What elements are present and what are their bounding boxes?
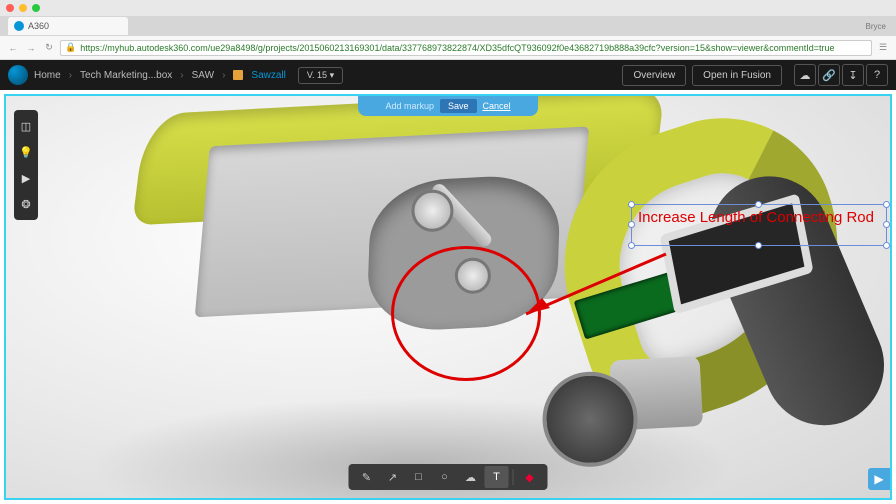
chevron-right-icon: ›	[222, 70, 225, 81]
markup-save-button[interactable]: Save	[440, 99, 477, 113]
resize-handle-n[interactable]	[755, 201, 762, 208]
breadcrumb-level1[interactable]: Tech Marketing...box	[80, 70, 172, 81]
color-picker[interactable]: ◆	[518, 466, 542, 488]
tab-title: A360	[28, 21, 49, 31]
markup-text-content: Increase Length of Connecting Rod	[638, 209, 874, 226]
markup-toolbar: ✎ ↗ □ ○ ☁ T ◆	[349, 464, 548, 490]
play-button[interactable]: ▶	[14, 166, 38, 190]
cloud-tool[interactable]: ☁	[459, 466, 483, 488]
browser-user-label[interactable]: Bryce	[866, 22, 886, 31]
resize-handle-ne[interactable]	[883, 201, 890, 208]
lighting-button[interactable]: 💡	[14, 140, 38, 164]
forward-button[interactable]: →	[24, 43, 38, 53]
resize-handle-e[interactable]	[883, 221, 890, 228]
add-markup-label: Add markup	[385, 101, 434, 111]
model-tree-button[interactable]: ◫	[14, 114, 38, 138]
mac-minimize-button[interactable]	[19, 4, 27, 12]
url-text: https://myhub.autodesk360.com/ue29a8498/…	[80, 43, 834, 53]
version-dropdown[interactable]: V. 15 ▾	[298, 67, 343, 84]
share-icon[interactable]: 🔗	[818, 64, 840, 86]
markup-text-box[interactable]: Increase Length of Connecting Rod	[631, 204, 887, 246]
breadcrumb-level2[interactable]: SAW	[192, 70, 214, 81]
a360-logo[interactable]	[8, 65, 28, 85]
breadcrumb-home[interactable]: Home	[34, 70, 61, 81]
browser-toolbar: ← → ↻ 🔒 https://myhub.autodesk360.com/ue…	[0, 36, 896, 60]
resize-handle-nw[interactable]	[628, 201, 635, 208]
resize-handle-w[interactable]	[628, 221, 635, 228]
viewer-canvas[interactable]: Add markup Save Cancel ◫ 💡 ▶ ❂	[4, 94, 892, 500]
app-header: Home › Tech Marketing...box › SAW › Sawz…	[0, 60, 896, 90]
rectangle-tool[interactable]: □	[407, 466, 431, 488]
a360-favicon	[14, 21, 24, 31]
pencil-tool[interactable]: ✎	[355, 466, 379, 488]
url-field[interactable]: 🔒 https://myhub.autodesk360.com/ue29a849…	[60, 40, 872, 56]
mac-maximize-button[interactable]	[32, 4, 40, 12]
lock-icon: 🔒	[65, 42, 76, 53]
browser-menu-icon[interactable]: ☰	[876, 42, 890, 53]
resize-handle-sw[interactable]	[628, 242, 635, 249]
toolbar-divider	[513, 469, 514, 485]
chevron-right-icon: ›	[180, 70, 183, 81]
reload-button[interactable]: ↻	[42, 42, 56, 53]
breadcrumb-current[interactable]: Sawzall	[251, 70, 285, 81]
circle-tool[interactable]: ○	[433, 466, 457, 488]
browser-tab[interactable]: A360	[8, 17, 128, 35]
markup-cancel-button[interactable]: Cancel	[483, 101, 511, 111]
download-icon[interactable]: ↧	[842, 64, 864, 86]
folder-icon	[233, 70, 243, 80]
browser-tab-strip: A360 Bryce	[0, 16, 896, 36]
resize-handle-s[interactable]	[755, 242, 762, 249]
open-in-fusion-button[interactable]: Open in Fusion	[692, 65, 782, 86]
mac-close-button[interactable]	[6, 4, 14, 12]
markup-bar: Add markup Save Cancel	[358, 96, 538, 116]
viewer-wrap: Add markup Save Cancel ◫ 💡 ▶ ❂	[0, 90, 896, 504]
left-toolbar: ◫ 💡 ▶ ❂	[14, 110, 38, 220]
cloud-icon[interactable]: ☁	[794, 64, 816, 86]
overview-button[interactable]: Overview	[622, 65, 686, 86]
chevron-right-icon: ›	[69, 70, 72, 81]
settings-button[interactable]: ❂	[14, 192, 38, 216]
text-tool[interactable]: T	[485, 466, 509, 488]
reveal-panel-button[interactable]: ▶	[868, 468, 890, 490]
help-icon[interactable]: ?	[866, 64, 888, 86]
back-button[interactable]: ←	[6, 43, 20, 53]
arrow-tool[interactable]: ↗	[381, 466, 405, 488]
mac-titlebar	[0, 0, 896, 16]
resize-handle-se[interactable]	[883, 242, 890, 249]
